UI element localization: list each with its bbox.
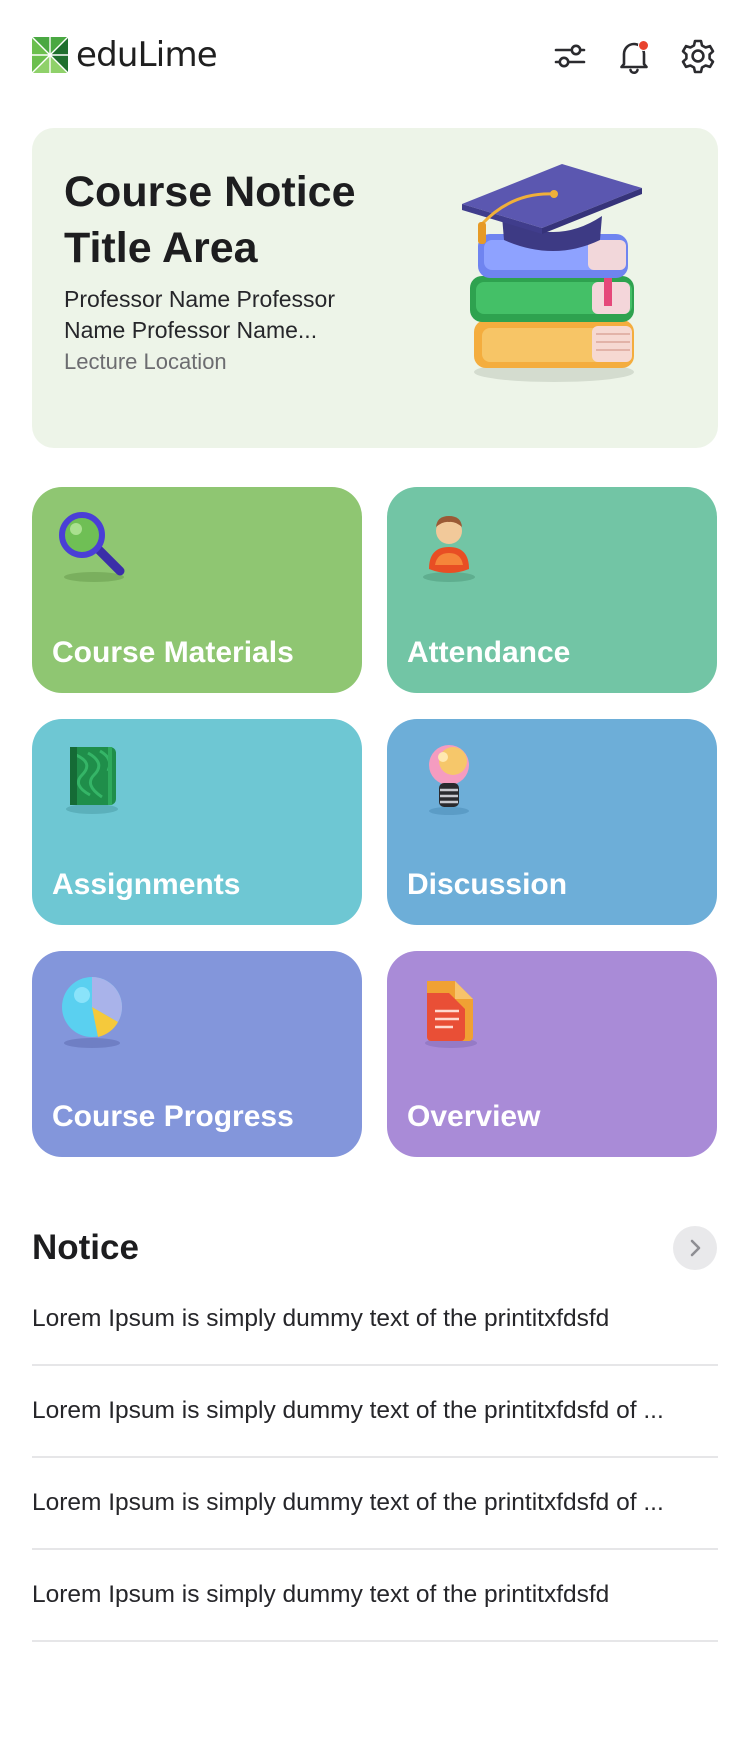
notebook-icon xyxy=(66,747,118,814)
notice-item-text: Lorem Ipsum is simply dummy text of the … xyxy=(32,1305,610,1332)
document-icon xyxy=(425,981,477,1048)
tile-label: Overview xyxy=(407,1100,541,1133)
notice-item-text: Lorem Ipsum is simply dummy text of the … xyxy=(32,1397,664,1424)
tile-course-materials[interactable]: Course Materials xyxy=(32,487,362,693)
person-icon xyxy=(423,516,475,582)
tile-course-progress[interactable]: Course Progress xyxy=(32,951,362,1157)
course-notice-card[interactable]: Course Notice Title Area Professor Name … xyxy=(32,128,718,448)
tile-label: Discussion xyxy=(407,868,568,901)
pie-chart-icon xyxy=(62,977,123,1048)
professor-name: Professor Name Professor Name Professor … xyxy=(64,286,335,343)
notice-item[interactable]: Lorem Ipsum is simply dummy text of the … xyxy=(32,1366,718,1458)
notification-badge xyxy=(638,40,649,51)
notice-item-text: Lorem Ipsum is simply dummy text of the … xyxy=(32,1581,610,1608)
lecture-location: Lecture Location xyxy=(64,349,227,374)
magnifier-icon xyxy=(59,512,125,582)
tile-attendance[interactable]: Attendance xyxy=(387,487,717,693)
lightbulb-icon xyxy=(429,745,469,815)
notice-item[interactable]: Lorem Ipsum is simply dummy text of the … xyxy=(32,1550,718,1642)
notice-item[interactable]: Lorem Ipsum is simply dummy text of the … xyxy=(32,1458,718,1550)
notice-more-button[interactable] xyxy=(673,1226,717,1270)
tile-discussion[interactable]: Discussion xyxy=(387,719,717,925)
header-actions xyxy=(526,36,718,76)
tile-label: Course Materials xyxy=(52,636,294,669)
logo-mark-icon xyxy=(32,37,68,73)
notice-item-text: Lorem Ipsum is simply dummy text of the … xyxy=(32,1489,664,1516)
notice-list: Lorem Ipsum is simply dummy text of the … xyxy=(32,1274,718,1642)
tile-label: Course Progress xyxy=(52,1100,294,1133)
logo-text: eduLime xyxy=(76,35,218,75)
course-notice-title: Course Notice Title Area xyxy=(64,168,356,272)
tile-label: Attendance xyxy=(407,636,571,669)
gear-icon[interactable] xyxy=(678,36,718,76)
tile-assignments[interactable]: Assignments xyxy=(32,719,362,925)
app-logo[interactable]: eduLime xyxy=(32,35,218,75)
notice-item[interactable]: Lorem Ipsum is simply dummy text of the … xyxy=(32,1274,718,1366)
app-header: eduLime xyxy=(32,30,718,82)
bell-icon[interactable] xyxy=(614,36,654,76)
notice-section-title: Notice xyxy=(32,1228,139,1267)
graduation-books-icon xyxy=(462,164,642,382)
filter-sliders-icon[interactable] xyxy=(550,36,590,76)
chevron-right-icon xyxy=(690,1239,701,1257)
tile-overview[interactable]: Overview xyxy=(387,951,717,1157)
tile-label: Assignments xyxy=(52,868,241,901)
